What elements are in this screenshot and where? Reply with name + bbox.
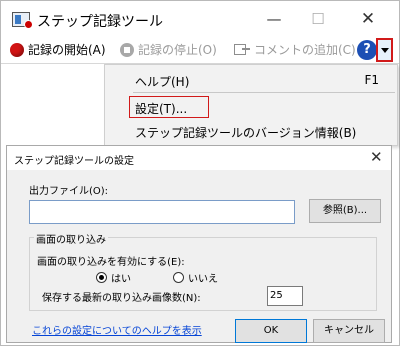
help-icon[interactable]: ? [357,40,377,60]
close-button[interactable]: ✕ [353,9,383,29]
stop-record-button[interactable]: 記録の停止(O) [120,41,217,58]
minimize-button[interactable]: — [259,9,289,29]
stop-record-label: 記録の停止(O) [138,43,217,57]
radio-yes[interactable]: はい [96,270,131,285]
maximize-button[interactable]: ☐ [303,9,333,29]
settings-dialog: ステップ記録ツールの設定 ✕ 出力ファイル(O): 参照(B)... 画面の取り… [6,145,392,343]
menu-item-settings[interactable]: 設定(T)... [105,96,397,118]
cancel-button[interactable]: キャンセル [313,319,385,343]
capture-count-input[interactable]: 25 [267,286,303,306]
add-comment-label: コメントの追加(C) [254,43,356,57]
ok-button[interactable]: OK [235,319,307,343]
screen-capture-group-title: 画面の取り込み [34,231,108,246]
browse-button[interactable]: 参照(B)... [309,199,381,223]
stop-icon [120,42,134,57]
radio-no-label: いいえ [188,274,218,285]
output-file-label: 出力ファイル(O): [29,186,109,197]
record-icon [10,42,24,57]
radio-no[interactable]: いいえ [173,270,218,285]
app-title: ステップ記録ツール [37,14,163,30]
help-dropdown-button[interactable] [376,38,393,62]
help-menu: ヘルプ(H) F1 設定(T)... ステップ記録ツールのバージョン情報(B) [104,64,398,146]
menu-about-label: ステップ記録ツールのバージョン情報(B) [135,126,357,140]
enable-capture-label: 画面の取り込みを有効にする(E): [37,257,185,268]
menu-help-shortcut: F1 [364,73,379,87]
add-comment-button[interactable]: コメントの追加(C) [234,41,356,58]
menu-settings-label: 設定(T)... [135,102,188,116]
start-record-button[interactable]: 記録の開始(A) [10,41,106,58]
app-titlebar: ステップ記録ツール — ☐ ✕ [1,1,399,37]
menu-item-help[interactable]: ヘルプ(H) F1 [105,70,397,90]
radio-no-indicator [173,272,184,283]
steps-recorder-icon [12,12,33,29]
dialog-titlebar: ステップ記録ツールの設定 ✕ [7,146,391,170]
radio-yes-indicator [96,272,107,283]
settings-help-link[interactable]: これらの設定についてのヘルプを表示 [32,322,202,337]
menu-separator [133,92,395,93]
comment-icon [234,43,250,56]
start-record-label: 記録の開始(A) [28,43,106,57]
radio-yes-label: はい [111,274,131,285]
menu-item-about[interactable]: ステップ記録ツールのバージョン情報(B) [105,121,397,141]
dialog-title: ステップ記録ツールの設定 [14,156,134,167]
menu-help-label: ヘルプ(H) [135,75,190,89]
output-file-input[interactable] [29,200,295,224]
toolbar: 記録の開始(A) 記録の停止(O) コメントの追加(C) ? [1,37,399,63]
capture-count-label: 保存する最新の取り込み画像数(N): [42,293,201,304]
dialog-close-button[interactable]: ✕ [370,148,383,166]
